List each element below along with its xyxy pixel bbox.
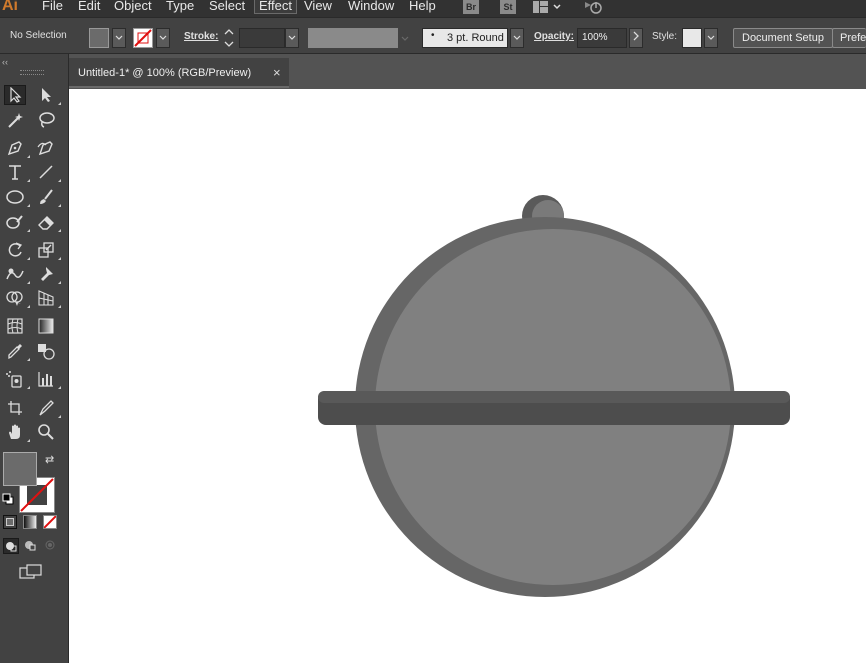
menu-type[interactable]: Type: [166, 0, 194, 13]
panel-grip[interactable]: [20, 70, 44, 75]
ellipse-tool-icon[interactable]: [4, 187, 30, 207]
column-graph-tool-icon[interactable]: [35, 369, 61, 389]
menu-edit[interactable]: Edit: [78, 0, 100, 13]
stroke-swatch[interactable]: [133, 28, 153, 48]
cloche-handle-band-highlight: [318, 391, 790, 403]
brush-definition-value: 3 pt. Round: [447, 32, 504, 44]
shaper-tool-icon[interactable]: [4, 212, 30, 232]
symbol-sprayer-tool-icon[interactable]: [4, 369, 30, 389]
direct-selection-tool-icon[interactable]: [35, 85, 61, 105]
artboard-tool-icon[interactable]: [4, 398, 26, 418]
opacity-field[interactable]: 100%: [577, 28, 627, 48]
line-segment-tool-icon[interactable]: [35, 162, 61, 182]
draw-behind-icon[interactable]: [23, 538, 39, 554]
gpu-performance-icon[interactable]: [583, 0, 603, 17]
menu-view[interactable]: View: [304, 0, 332, 13]
draw-normal-icon[interactable]: [3, 538, 19, 554]
perspective-grid-tool-icon[interactable]: [35, 288, 61, 308]
opacity-value: 100%: [582, 32, 608, 43]
rotate-tool-icon[interactable]: [4, 240, 30, 260]
fill-dropdown[interactable]: [112, 28, 126, 48]
opacity-arrow[interactable]: [629, 28, 643, 48]
stroke-weight-field[interactable]: [239, 28, 285, 48]
type-tool-icon[interactable]: [4, 162, 30, 182]
eyedropper-tool-icon[interactable]: [4, 341, 30, 361]
curvature-tool-icon[interactable]: [35, 138, 57, 158]
menu-help[interactable]: Help: [409, 0, 436, 13]
warp-tool-icon[interactable]: [4, 264, 30, 284]
gradient-mode-button[interactable]: [23, 515, 37, 529]
eraser-tool-icon[interactable]: [35, 212, 61, 232]
pen-tool-icon[interactable]: [4, 138, 30, 158]
stroke-weight-stepper[interactable]: [222, 27, 236, 49]
document-setup-button[interactable]: Document Setup: [733, 28, 833, 48]
menu-bar: Ai File Edit Object Type Select Effect V…: [0, 0, 866, 17]
brush-dot-icon: •: [431, 30, 435, 41]
menu-effect[interactable]: Effect: [253, 0, 298, 14]
graphic-style-dropdown[interactable]: [704, 28, 718, 48]
control-bar: No Selection Stroke: • 3 pt. Round Opaci…: [0, 17, 866, 54]
magic-wand-tool-icon[interactable]: [4, 110, 26, 130]
zoom-tool-icon[interactable]: [35, 422, 57, 442]
variable-width-profile[interactable]: [308, 28, 398, 48]
bridge-icon[interactable]: Br: [463, 0, 479, 14]
draw-inside-icon[interactable]: [43, 538, 59, 554]
stroke-label[interactable]: Stroke:: [184, 31, 218, 42]
document-tab-bar: Untitled-1* @ 100% (RGB/Preview) ×: [69, 54, 866, 88]
mesh-tool-icon[interactable]: [4, 316, 26, 336]
fill-swatch[interactable]: [89, 28, 109, 48]
puppet-warp-tool-icon[interactable]: [35, 264, 61, 284]
stock-icon[interactable]: St: [500, 0, 516, 14]
opacity-label[interactable]: Opacity:: [534, 31, 574, 42]
none-mode-button[interactable]: [43, 515, 57, 529]
tools-panel: ‹‹ ⇄: [0, 54, 69, 663]
variable-width-dropdown[interactable]: [400, 28, 414, 48]
app-logo: Ai: [2, 0, 18, 14]
selection-status: No Selection: [10, 30, 67, 41]
menu-select[interactable]: Select: [209, 0, 245, 13]
close-tab-icon[interactable]: ×: [273, 65, 281, 80]
paintbrush-tool-icon[interactable]: [35, 187, 61, 207]
screen-mode-icon[interactable]: [19, 564, 43, 583]
menu-object[interactable]: Object: [114, 0, 152, 13]
fill-color-box[interactable]: [3, 452, 37, 486]
stroke-weight-dropdown[interactable]: [285, 28, 299, 48]
lasso-tool-icon[interactable]: [35, 110, 57, 130]
shape-builder-tool-icon[interactable]: [4, 288, 30, 308]
menu-file[interactable]: File: [42, 0, 63, 13]
style-label: Style:: [652, 31, 678, 42]
blend-tool-icon[interactable]: [35, 341, 57, 361]
scale-tool-icon[interactable]: [35, 240, 61, 260]
collapse-panel-icon[interactable]: ‹‹: [2, 57, 8, 67]
gradient-tool-icon[interactable]: [35, 316, 57, 336]
artboard-canvas[interactable]: [69, 89, 866, 663]
selection-tool-icon[interactable]: [4, 85, 26, 105]
preferences-button[interactable]: Prefer: [832, 28, 866, 48]
default-fill-stroke-icon[interactable]: [2, 493, 14, 508]
brush-definition-field[interactable]: • 3 pt. Round: [422, 28, 508, 48]
menu-window[interactable]: Window: [348, 0, 394, 13]
hand-tool-icon[interactable]: [4, 422, 30, 442]
slice-tool-icon[interactable]: [35, 398, 61, 418]
stroke-dropdown[interactable]: [156, 28, 170, 48]
document-tab-title: Untitled-1* @ 100% (RGB/Preview): [78, 67, 252, 79]
swap-fill-stroke-icon[interactable]: ⇄: [45, 453, 54, 466]
workspace-layout-icon[interactable]: [533, 1, 563, 16]
color-mode-button[interactable]: [3, 515, 17, 529]
brush-definition-dropdown[interactable]: [510, 28, 524, 48]
cloche-artwork: [318, 195, 790, 597]
graphic-style-swatch[interactable]: [682, 28, 702, 48]
document-tab[interactable]: Untitled-1* @ 100% (RGB/Preview) ×: [69, 58, 289, 88]
